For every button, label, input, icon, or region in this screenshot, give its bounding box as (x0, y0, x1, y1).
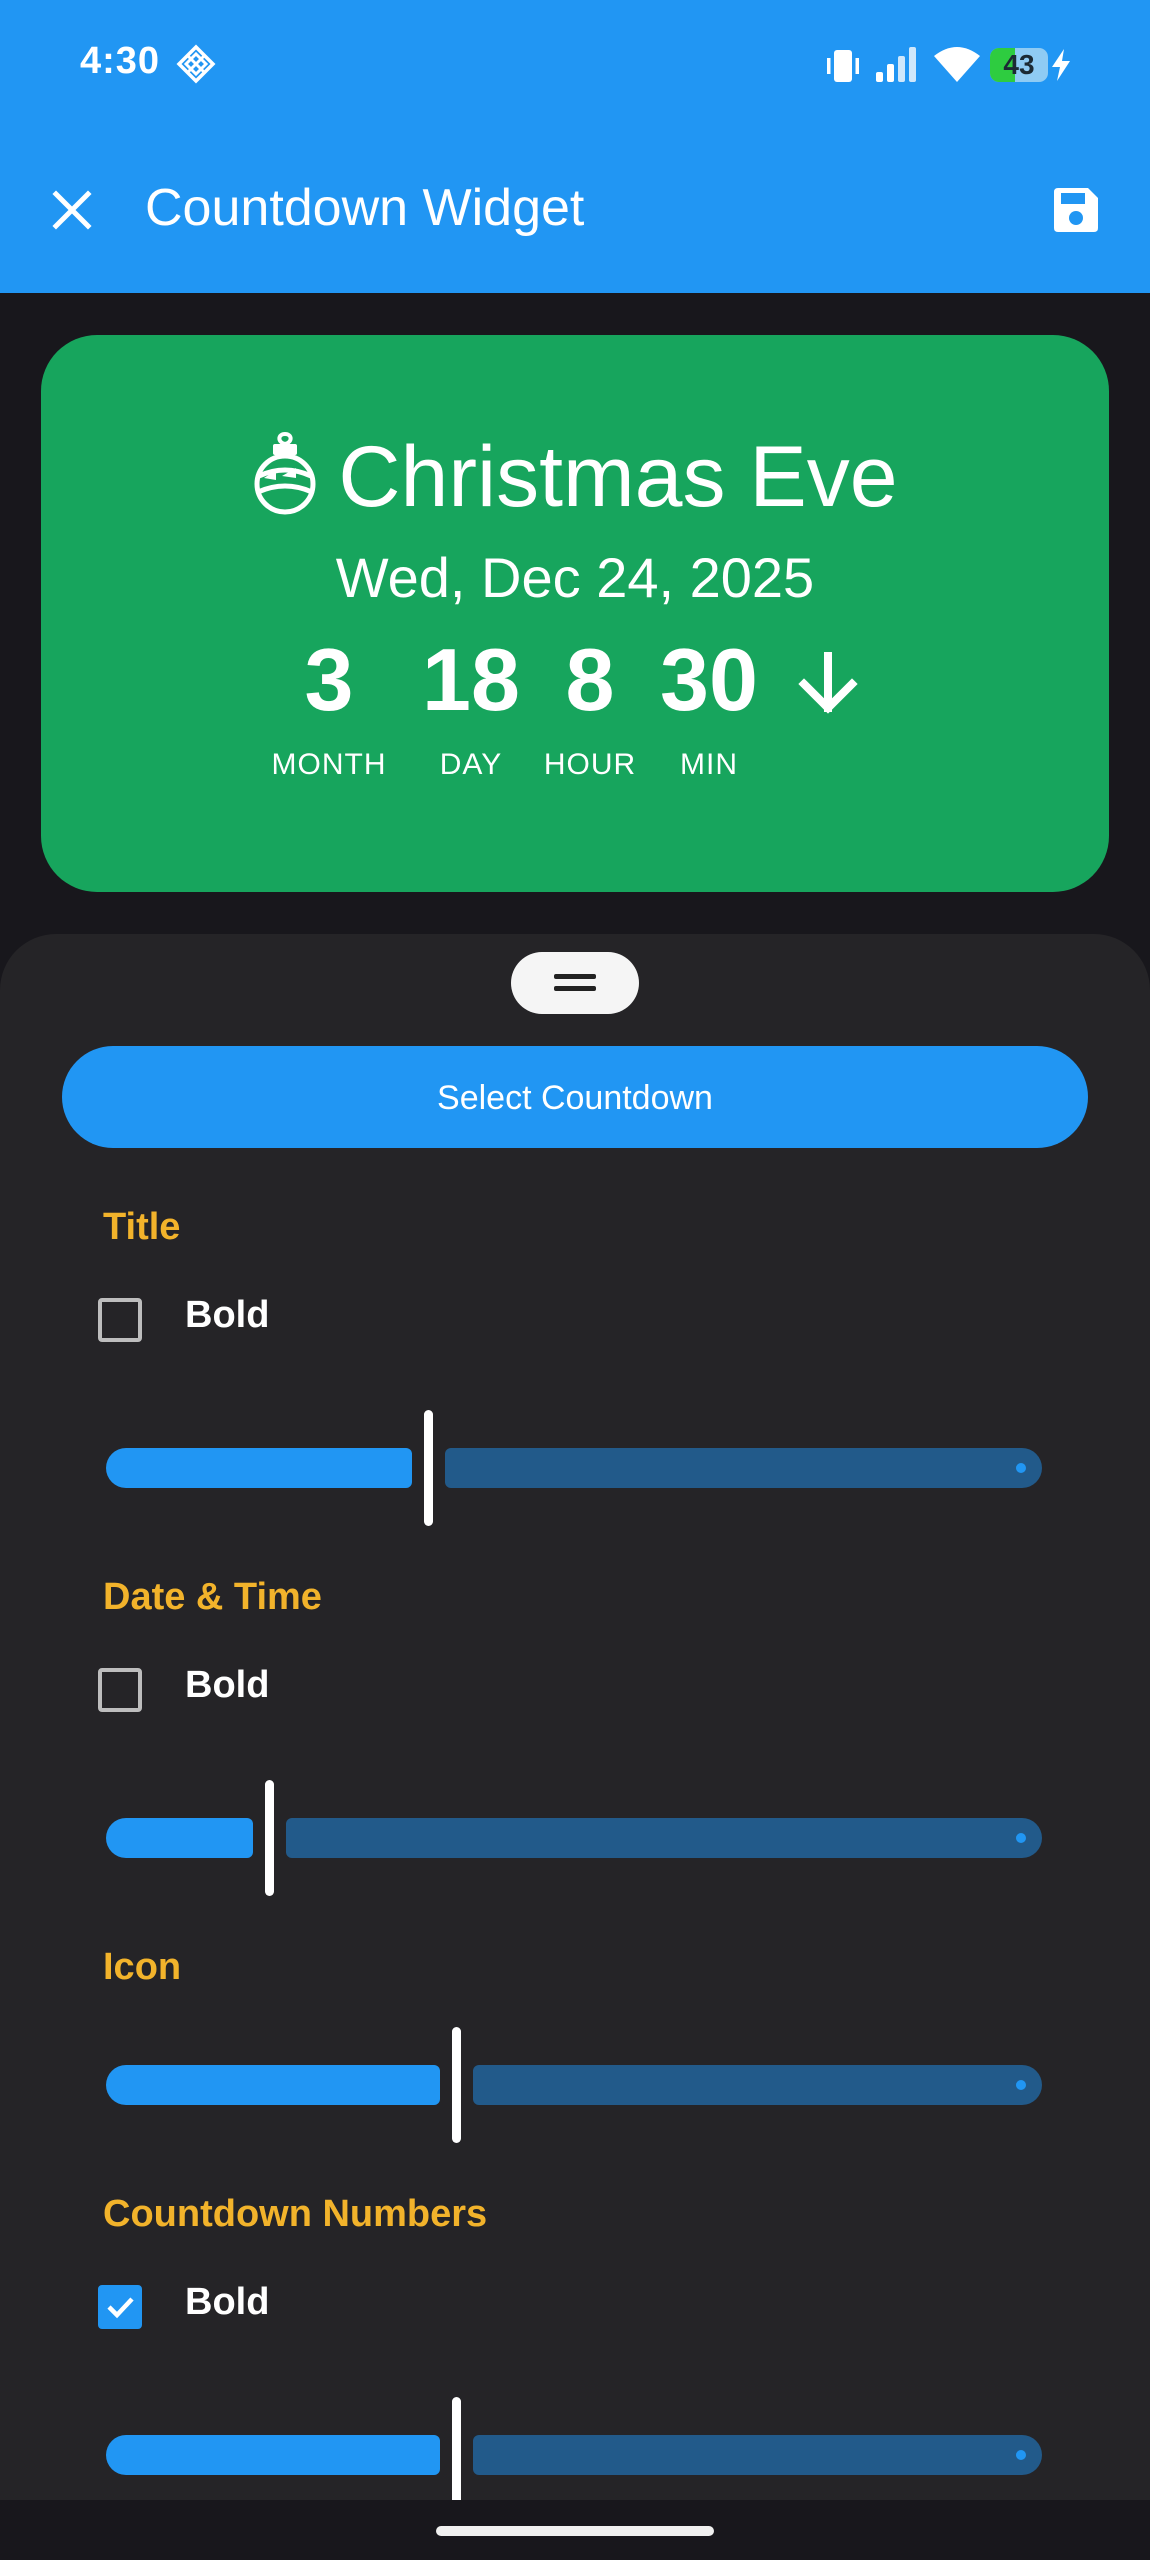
slider-active-track (106, 2435, 440, 2475)
slider-thumb[interactable] (452, 2027, 461, 2143)
section-title-icon: Icon (103, 1946, 182, 1988)
home-indicator[interactable] (436, 2526, 714, 2536)
vibrate-icon (827, 50, 859, 82)
slider-inactive-track (473, 2435, 1042, 2475)
status-time: 4:30 (80, 40, 161, 82)
countdown-minutes: 30 MIN (649, 630, 769, 782)
slider-stop-dot (1016, 1833, 1026, 1843)
event-date: Wed, Dec 24, 2025 (335, 546, 815, 609)
checkbox-box[interactable] (98, 1668, 142, 1712)
page-title: Countdown Widget (145, 179, 585, 237)
title-size-slider[interactable] (106, 1410, 1042, 1526)
app-bar: Countdown Widget (0, 130, 1150, 293)
slider-thumb[interactable] (424, 1410, 433, 1526)
settings-sheet: Select Countdown Title Bold Date & Time … (0, 934, 1150, 2513)
section-title-countdown-numbers: Countdown Numbers (103, 2193, 488, 2235)
slider-stop-dot (1016, 2450, 1026, 2460)
status-bar: 4:30 43 (0, 0, 1150, 130)
countdown-label: HOUR (543, 748, 637, 781)
wifi-icon (934, 47, 980, 82)
slider-active-track (106, 1818, 253, 1858)
widget-preview-card: Christmas Eve Wed, Dec 24, 2025 3 MONTH … (41, 335, 1109, 892)
countdown-value: 18 (422, 630, 520, 729)
checkbox-box[interactable] (98, 1298, 142, 1342)
checkmark-icon (107, 2297, 134, 2319)
section-title-title: Title (103, 1206, 181, 1248)
close-icon[interactable] (50, 188, 94, 232)
countdown-months: 3 MONTH (269, 630, 389, 782)
battery-level-text: 43 (1003, 49, 1035, 80)
christmas-ornament-icon (254, 432, 316, 515)
countdown-row: 3 MONTH 18 DAY 8 HOUR 30 MIN (41, 630, 1109, 782)
slider-inactive-track (445, 1448, 1042, 1488)
slider-active-track (106, 2065, 440, 2105)
slider-inactive-track (473, 2065, 1042, 2105)
charging-bolt-icon (1052, 49, 1070, 81)
slider-stop-dot (1016, 2080, 1026, 2090)
checkbox-label: Bold (185, 2281, 270, 2323)
slider-thumb[interactable] (452, 2397, 461, 2513)
countdown-days: 18 DAY (411, 630, 531, 782)
event-title-row: Christmas Eve (41, 427, 1109, 527)
slider-inactive-track (286, 1818, 1042, 1858)
countdown-numbers-size-slider[interactable] (106, 2397, 1042, 2513)
slider-stop-dot (1016, 1463, 1026, 1473)
checkbox-box[interactable] (98, 2285, 142, 2329)
checkbox-label: Bold (185, 1664, 270, 1706)
battery-icon: 43 (990, 48, 1048, 82)
arrow-down-icon (798, 652, 858, 714)
countdown-value: 3 (304, 630, 354, 729)
drag-handle[interactable] (511, 952, 639, 1014)
countdown-label: MIN (680, 748, 738, 781)
checkbox-label: Bold (185, 1294, 270, 1336)
date-time-size-slider[interactable] (106, 1780, 1042, 1896)
countdown-value: 30 (660, 630, 758, 729)
select-countdown-button[interactable]: Select Countdown (62, 1046, 1088, 1148)
countdown-label: DAY (439, 748, 503, 781)
event-title: Christmas Eve (338, 429, 898, 525)
countdown-label: MONTH (271, 748, 387, 781)
navigation-bar (0, 2500, 1150, 2560)
slider-thumb[interactable] (265, 1780, 274, 1896)
save-icon[interactable] (1050, 184, 1102, 236)
signal-icon (876, 47, 916, 82)
countdown-value: 8 (565, 630, 615, 729)
icon-size-slider[interactable] (106, 2027, 1042, 2143)
slider-active-track (106, 1448, 412, 1488)
countdown-hours: 8 HOUR (530, 630, 650, 782)
diamond-grid-icon (176, 44, 216, 84)
section-title-date-time: Date & Time (103, 1576, 322, 1618)
